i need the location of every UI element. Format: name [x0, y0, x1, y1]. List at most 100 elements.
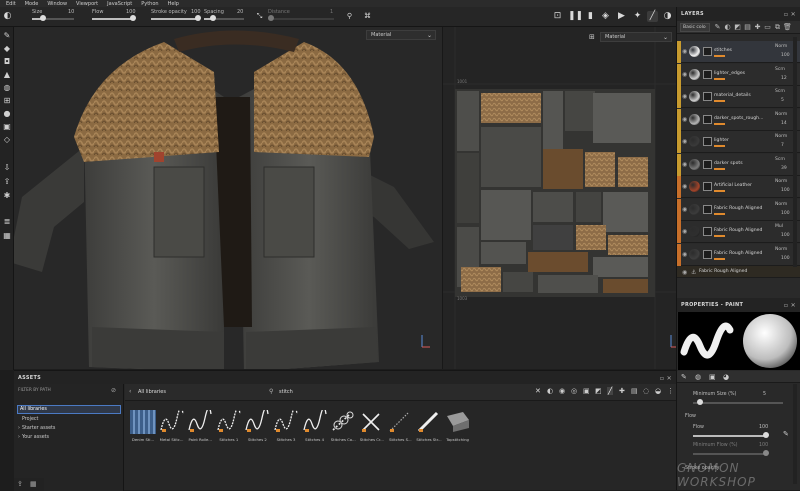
material-mode-dropdown-3d[interactable]: Material ⌄ — [366, 30, 436, 40]
clone-tool-icon[interactable]: ⊞ — [2, 96, 12, 106]
search-input[interactable]: stitch — [279, 389, 293, 395]
asset-item[interactable]: Stitches 1 — [216, 410, 242, 443]
min-flow-slider[interactable] — [693, 450, 769, 456]
brush-settings-icon[interactable]: ◐ — [2, 11, 13, 22]
delete-icon[interactable]: 🗑 — [783, 23, 792, 31]
chevron-right-icon[interactable]: › — [18, 426, 20, 431]
flow-value[interactable]: 100 — [126, 9, 136, 15]
layer-row[interactable]: ◉ lighter_edges Scrn 12 — [677, 63, 800, 86]
layer-opacity[interactable]: 100 — [781, 188, 790, 193]
layer-opacity[interactable]: 5 — [781, 98, 784, 103]
layers-scrollbar[interactable] — [793, 37, 797, 267]
layer-opacity[interactable]: 14 — [781, 121, 787, 126]
layer-opacity[interactable]: 39 — [781, 166, 787, 171]
layer-mask-thumbnail[interactable] — [703, 137, 712, 146]
layer-row-bottom[interactable]: ◉ ⚓ Fabric Rough Aligned — [677, 266, 800, 278]
chevron-right-icon[interactable]: › — [18, 435, 20, 440]
channel-dropdown[interactable]: Basic colo — [680, 23, 710, 32]
eye-icon[interactable]: ◉ — [682, 116, 687, 123]
layer-row[interactable]: ◉ Artificial Leather Norm 100 — [677, 176, 800, 198]
min-size-slider[interactable] — [693, 399, 783, 405]
layer-blend-mode[interactable]: Norm — [775, 247, 787, 252]
filter-alpha-icon[interactable]: ◌ — [643, 387, 649, 395]
add-folder-icon[interactable]: ▭ — [763, 23, 772, 31]
menu-window[interactable]: Window — [47, 1, 67, 7]
layer-row[interactable]: ◉ Fabric Rough Aligned Norm 100 — [677, 198, 800, 221]
breadcrumb[interactable]: All libraries — [138, 389, 166, 395]
layer-mask-thumbnail[interactable] — [703, 182, 712, 191]
add-mask-icon[interactable]: ◐ — [723, 23, 732, 31]
geometry-fill-icon[interactable]: ▲ — [2, 70, 12, 80]
min-size-value[interactable]: 5 — [763, 392, 766, 397]
flow-value[interactable]: 100 — [759, 425, 768, 430]
panel-controls-icon[interactable]: ▫ ✕ — [660, 375, 672, 382]
layer-row[interactable]: ◉ lighter Norm 7 — [677, 131, 800, 153]
smudge-tool-icon[interactable]: ◍ — [2, 83, 12, 93]
layer-row[interactable]: ◉ darker spots Scrn 39 — [677, 153, 800, 176]
viewer-settings-icon[interactable]: ◑ — [662, 11, 673, 22]
layer-row[interactable]: ◉ darker_spots_rough... Norm 14 — [677, 108, 800, 131]
asset-item[interactable]: Stitches 2 — [244, 410, 270, 443]
layer-mask-thumbnail[interactable] — [703, 159, 712, 169]
eye-icon[interactable]: ◉ — [682, 206, 687, 213]
pen-pressure-icon[interactable]: ✎ — [783, 430, 789, 438]
filter-smart-material-icon[interactable]: ◉ — [559, 387, 565, 395]
filter-brush-icon[interactable]: ╱ — [607, 387, 614, 395]
paint-brush-icon[interactable]: ╱ — [647, 11, 658, 22]
add-fill-layer-icon[interactable]: ◩ — [733, 23, 742, 31]
size-value[interactable]: 10 — [68, 9, 74, 15]
asset-item[interactable]: Stitches Cr... — [359, 410, 385, 443]
cube-icon[interactable]: ◈ — [600, 11, 611, 22]
symmetry-icon[interactable]: ⚲ — [344, 11, 355, 22]
layer-blend-mode[interactable]: Mul — [775, 224, 783, 229]
add-layer-icon[interactable]: ▤ — [743, 23, 752, 31]
asset-item[interactable]: Stitches 4 — [302, 410, 328, 443]
asset-item[interactable]: Denim Sti... — [130, 410, 156, 443]
asset-item[interactable]: Stitches Co... — [330, 410, 356, 443]
shelf-icon[interactable]: ▦ — [2, 231, 12, 241]
path-project[interactable]: Project — [22, 417, 38, 422]
asset-item[interactable]: Stitches S... — [387, 410, 413, 443]
polygon-fill-icon[interactable]: ◇ — [2, 135, 12, 145]
panel-controls-icon[interactable]: ▫ ✕ — [784, 11, 796, 18]
tab-stencil-icon[interactable]: ◕ — [723, 373, 729, 381]
eye-icon[interactable]: ◉ — [682, 161, 687, 168]
filter-material-icon[interactable]: ◐ — [547, 387, 553, 395]
split-view-icon[interactable]: ⊞ — [589, 33, 595, 41]
tab-alpha-icon[interactable]: ▣ — [709, 373, 716, 381]
layer-opacity[interactable]: 7 — [781, 143, 784, 148]
paint-brush-tool-icon[interactable]: ✎ — [2, 31, 12, 41]
spacing-value[interactable]: 20 — [237, 9, 243, 15]
layer-mask-thumbnail[interactable] — [703, 249, 712, 259]
layer-row[interactable]: ◉ Fabric Rough Aligned Mul 100 — [677, 221, 800, 243]
back-icon[interactable]: ‹ — [129, 388, 131, 395]
layer-blend-mode[interactable]: Scrn — [775, 89, 785, 94]
eye-icon[interactable]: ◉ — [682, 183, 687, 190]
spacing-slider[interactable] — [204, 15, 244, 21]
display-settings-icon[interactable]: ✦ — [632, 11, 643, 22]
projection-tool-icon[interactable]: ◘ — [2, 57, 12, 67]
path-all-libraries[interactable]: All libraries — [17, 405, 121, 414]
menu-python[interactable]: Python — [141, 1, 158, 7]
asset-item[interactable]: Stitches 3 — [273, 410, 299, 443]
layer-blend-mode[interactable]: Norm — [775, 44, 787, 49]
selection-tool-icon[interactable]: ▣ — [2, 122, 12, 132]
bake-icon[interactable]: ⇩ — [2, 163, 12, 173]
layer-mask-thumbnail[interactable] — [703, 69, 712, 79]
eye-icon[interactable]: ◉ — [682, 251, 687, 258]
screenshot-icon[interactable]: ⊡ — [552, 11, 563, 22]
distance-slider[interactable] — [268, 15, 334, 21]
asset-item[interactable]: Paint Rolle... — [187, 410, 213, 443]
eye-icon[interactable]: ◉ — [682, 71, 687, 78]
layer-blend-mode[interactable]: Norm — [775, 112, 787, 117]
export-icon[interactable]: ⇪ — [2, 177, 12, 187]
filter-filter-icon[interactable]: ◩ — [595, 387, 602, 395]
pause-icon[interactable]: ❚❚ — [568, 11, 583, 22]
eye-icon[interactable]: ◉ — [682, 138, 687, 145]
viewport-3d[interactable]: Material ⌄ — [14, 27, 442, 369]
layer-mask-thumbnail[interactable] — [703, 92, 712, 101]
flow-slider[interactable] — [693, 432, 769, 438]
flow-slider[interactable] — [92, 15, 136, 21]
color-picker-icon[interactable]: ● — [2, 109, 12, 119]
stroke-opacity-slider[interactable] — [151, 15, 201, 21]
